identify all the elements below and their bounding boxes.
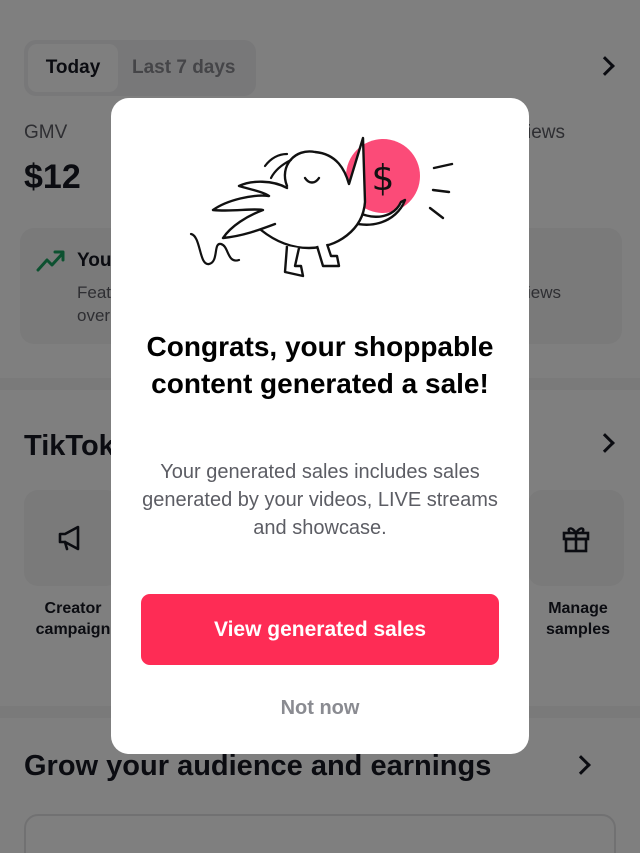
sale-congrats-modal: $ Congrats, your shoppable content gener… [111,98,529,754]
modal-body: Your generated sales includes sales gene… [142,461,498,539]
modal-title: Congrats, your shoppable content generat… [146,331,494,399]
view-generated-sales-button[interactable]: View generated sales [141,594,499,665]
bird-money-bag-illustration: $ [189,136,454,278]
not-now-button[interactable]: Not now [141,688,499,728]
svg-text:$: $ [372,158,395,199]
